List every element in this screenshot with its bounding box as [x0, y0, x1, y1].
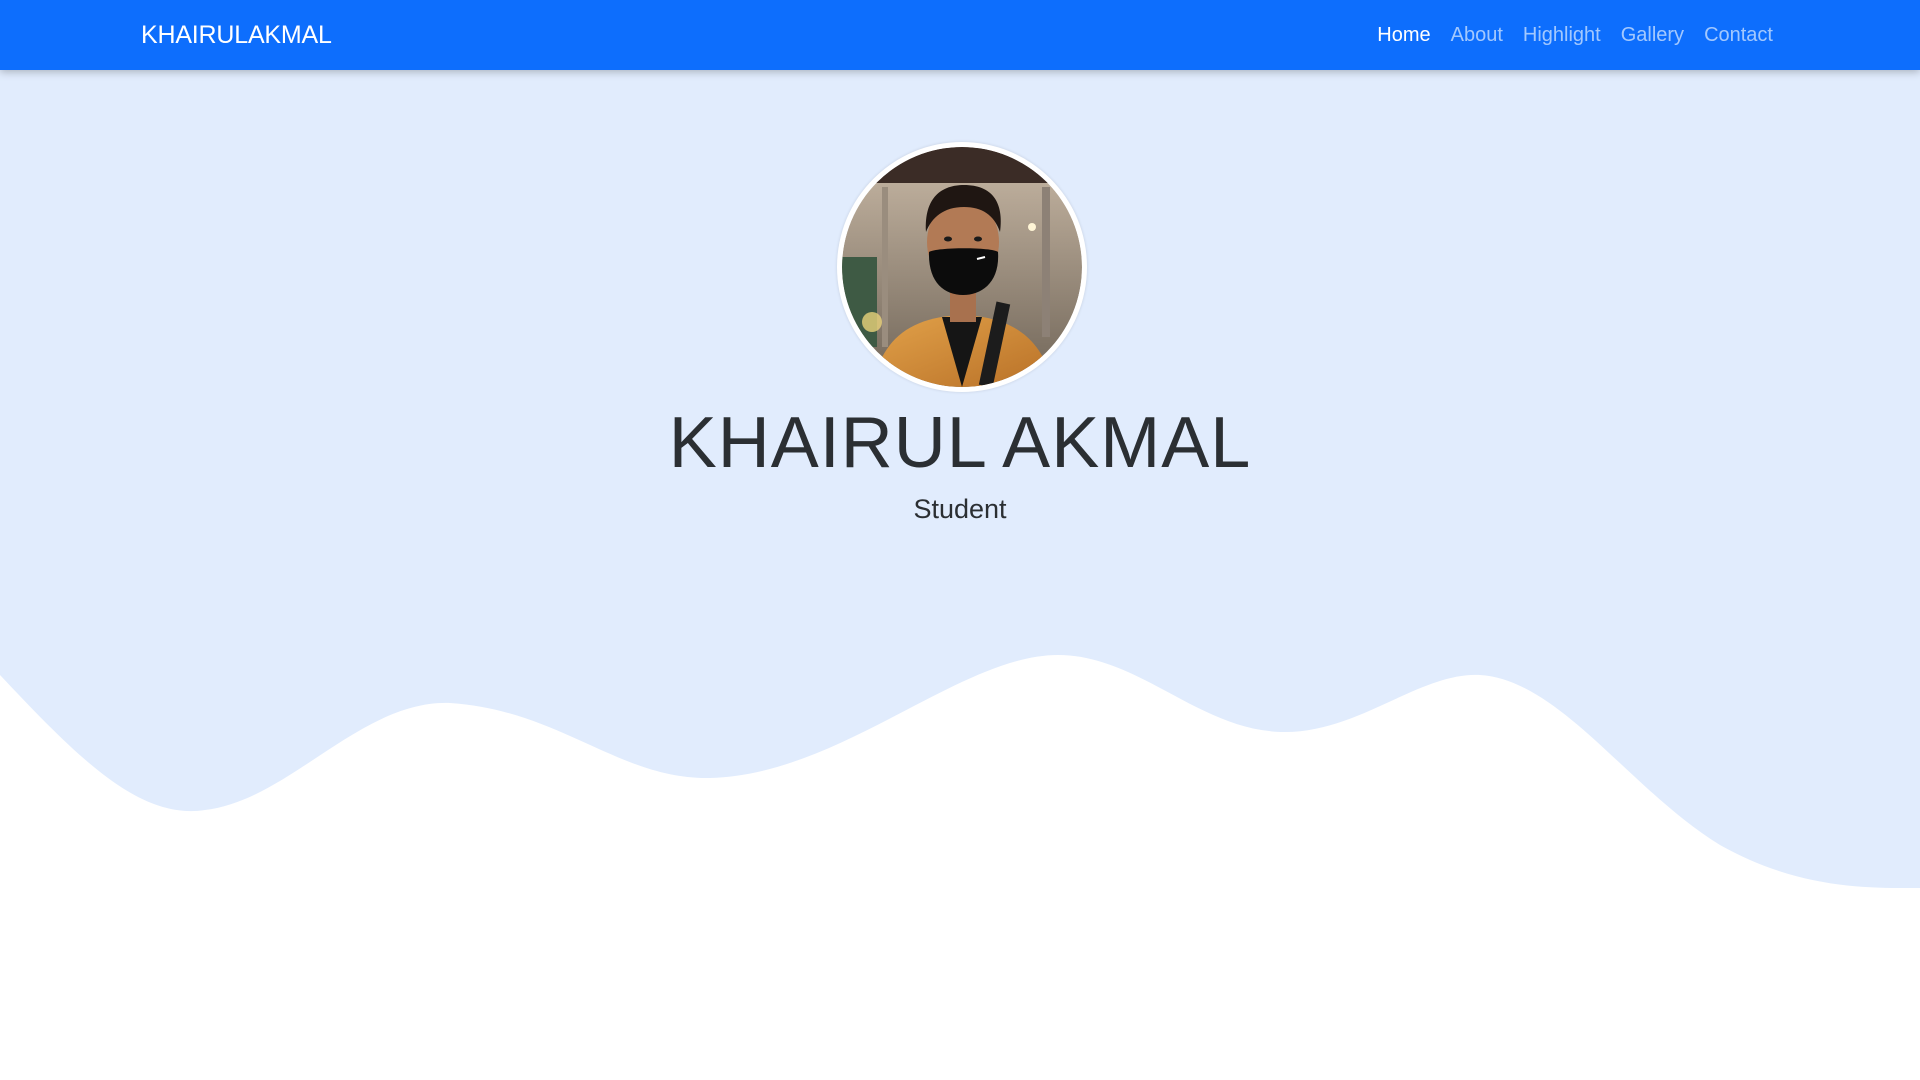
- navbar: KHAIRULAKMAL Home About Highlight Galler…: [0, 0, 1920, 70]
- nav-link-contact[interactable]: Contact: [1704, 24, 1773, 47]
- brand-logo-link[interactable]: KHAIRULAKMAL: [141, 0, 332, 70]
- hero-name-heading: KHAIRUL AKMAL: [668, 403, 1252, 483]
- hero-section: KHAIRUL AKMAL Student: [0, 70, 1920, 1080]
- nav-link-about[interactable]: About: [1451, 24, 1503, 47]
- nav-link-gallery[interactable]: Gallery: [1621, 24, 1684, 47]
- nav-link-highlight[interactable]: Highlight: [1523, 24, 1601, 47]
- nav-link-home[interactable]: Home: [1377, 24, 1430, 47]
- nav-links: Home About Highlight Gallery Contact: [1377, 0, 1773, 70]
- avatar-frame: [837, 142, 1087, 392]
- avatar-photo: [842, 147, 1082, 387]
- hero-role-text: Student: [913, 494, 1007, 524]
